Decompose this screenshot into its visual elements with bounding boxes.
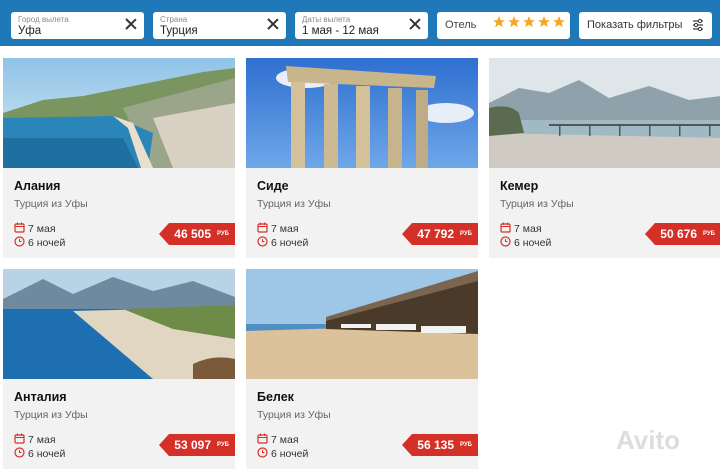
tour-nights-text: 6 ночей	[514, 237, 552, 249]
tour-nights: 6 ночей	[14, 236, 65, 249]
dates-label: Даты вылета	[302, 15, 351, 24]
price-tag[interactable]: 53 097 РУБ	[159, 434, 235, 456]
tour-origin: Турция из Уфы	[257, 198, 331, 210]
price-tag[interactable]: 47 792 РУБ	[402, 223, 478, 245]
show-filters-button[interactable]: Показать фильтры	[579, 12, 712, 39]
tour-nights-text: 6 ночей	[271, 237, 309, 249]
price-amount: 46 505	[174, 227, 211, 241]
calendar-icon	[14, 222, 25, 233]
clear-city-icon[interactable]	[124, 17, 138, 31]
tour-city: Анталия	[14, 390, 67, 404]
price-amount: 50 676	[660, 227, 697, 241]
tour-nights: 6 ночей	[257, 236, 308, 249]
show-filters-label: Показать фильтры	[587, 19, 683, 31]
price-tag[interactable]: 50 676 РУБ	[645, 223, 720, 245]
tour-date: 7 мая	[14, 433, 56, 446]
price-tag[interactable]: 46 505 РУБ	[159, 223, 235, 245]
country-value: Турция	[160, 25, 198, 37]
tour-date: 7 мая	[257, 222, 299, 235]
tour-photo-side	[246, 58, 478, 168]
clock-icon	[500, 236, 511, 247]
tour-date-text: 7 мая	[28, 223, 56, 235]
departure-city-label: Город вылета	[18, 15, 69, 24]
clock-icon	[14, 447, 25, 458]
tour-city: Сиде	[257, 179, 289, 193]
tour-city: Белек	[257, 390, 294, 404]
calendar-icon	[257, 433, 268, 444]
avito-watermark: Avito	[616, 425, 681, 455]
price-tag[interactable]: 56 135 РУБ	[402, 434, 478, 456]
clock-icon	[14, 236, 25, 247]
tour-origin: Турция из Уфы	[500, 198, 574, 210]
price-currency: РУБ	[703, 231, 715, 237]
tour-nights: 6 ночей	[14, 447, 65, 460]
price-currency: РУБ	[460, 231, 472, 237]
hotel-stars[interactable]	[492, 15, 567, 34]
tour-origin: Турция из Уфы	[14, 198, 88, 210]
calendar-icon	[500, 222, 511, 233]
star-icon	[553, 16, 565, 28]
price-amount: 53 097	[174, 438, 211, 452]
tour-photo-belek	[246, 269, 478, 379]
tour-photo-antalya	[3, 269, 235, 379]
price-currency: РУБ	[217, 231, 229, 237]
tour-city: Алания	[14, 179, 61, 193]
tour-date: 7 мая	[500, 222, 542, 235]
tour-date-text: 7 мая	[271, 434, 299, 446]
tour-photo-kemer	[489, 58, 720, 168]
star-icon	[508, 16, 520, 28]
calendar-icon	[14, 433, 25, 444]
star-icon	[523, 16, 535, 28]
price-currency: РУБ	[217, 442, 229, 448]
tour-card-belek[interactable]: Белек Турция из Уфы 7 мая 6 ночей 56 135…	[246, 269, 478, 469]
tour-nights-text: 6 ночей	[28, 237, 66, 249]
sliders-icon	[693, 18, 703, 32]
tour-origin: Турция из Уфы	[14, 409, 88, 421]
price-amount: 47 792	[417, 227, 454, 241]
departure-city-value: Уфа	[18, 25, 42, 37]
tour-card-antalya[interactable]: Анталия Турция из Уфы 7 мая 6 ночей 53 0…	[3, 269, 235, 469]
tour-nights: 6 ночей	[257, 447, 308, 460]
price-amount: 56 135	[417, 438, 454, 452]
tour-nights-text: 6 ночей	[28, 448, 66, 460]
filter-bar: Город вылета Уфа Страна Турция Даты выле…	[0, 0, 720, 46]
tour-date: 7 мая	[14, 222, 56, 235]
hotel-rating-field[interactable]: Отель	[437, 12, 570, 39]
tour-date-text: 7 мая	[28, 434, 56, 446]
calendar-icon	[257, 222, 268, 233]
dates-field[interactable]: Даты вылета 1 мая - 12 мая	[295, 12, 428, 39]
tour-nights: 6 ночей	[500, 236, 551, 249]
tour-nights-text: 6 ночей	[271, 448, 309, 460]
star-icon	[538, 16, 550, 28]
tour-photo-alania	[3, 58, 235, 168]
clear-country-icon[interactable]	[266, 17, 280, 31]
star-icon	[493, 16, 505, 28]
tour-date: 7 мая	[257, 433, 299, 446]
price-currency: РУБ	[460, 442, 472, 448]
clock-icon	[257, 447, 268, 458]
country-label: Страна	[160, 15, 188, 24]
tour-card-alania[interactable]: Алания Турция из Уфы 7 мая 6 ночей 46 50…	[3, 58, 235, 258]
clear-dates-icon[interactable]	[408, 17, 422, 31]
tour-date-text: 7 мая	[271, 223, 299, 235]
country-field[interactable]: Страна Турция	[153, 12, 286, 39]
departure-city-field[interactable]: Город вылета Уфа	[11, 12, 144, 39]
hotel-label: Отель	[445, 19, 477, 31]
tour-card-kemer[interactable]: Кемер Турция из Уфы 7 мая 6 ночей 50 676…	[489, 58, 720, 258]
tour-origin: Турция из Уфы	[257, 409, 331, 421]
dates-value: 1 мая - 12 мая	[302, 25, 379, 37]
tour-date-text: 7 мая	[514, 223, 542, 235]
tour-card-side[interactable]: Сиде Турция из Уфы 7 мая 6 ночей 47 792 Р…	[246, 58, 478, 258]
tour-city: Кемер	[500, 179, 539, 193]
clock-icon	[257, 236, 268, 247]
